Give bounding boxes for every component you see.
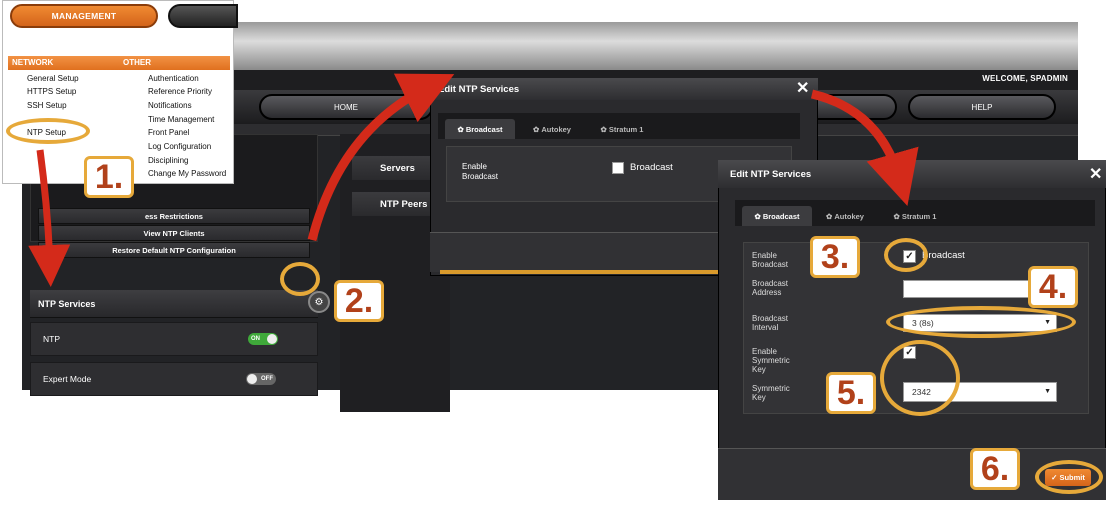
arrow-to-filled-modal xyxy=(810,89,919,206)
step-badge-3: 3. xyxy=(810,236,860,278)
step-badge-2: 2. xyxy=(334,280,384,322)
step-badge-4: 4. xyxy=(1028,266,1078,308)
arrow-to-ntp-services xyxy=(28,149,71,287)
step-badge-6: 6. xyxy=(970,448,1020,490)
step-badge-5: 5. xyxy=(826,372,876,414)
annotation-arrows xyxy=(28,73,919,287)
step-badge-1: 1. xyxy=(84,156,134,198)
arrow-to-edit-modal xyxy=(307,73,455,242)
